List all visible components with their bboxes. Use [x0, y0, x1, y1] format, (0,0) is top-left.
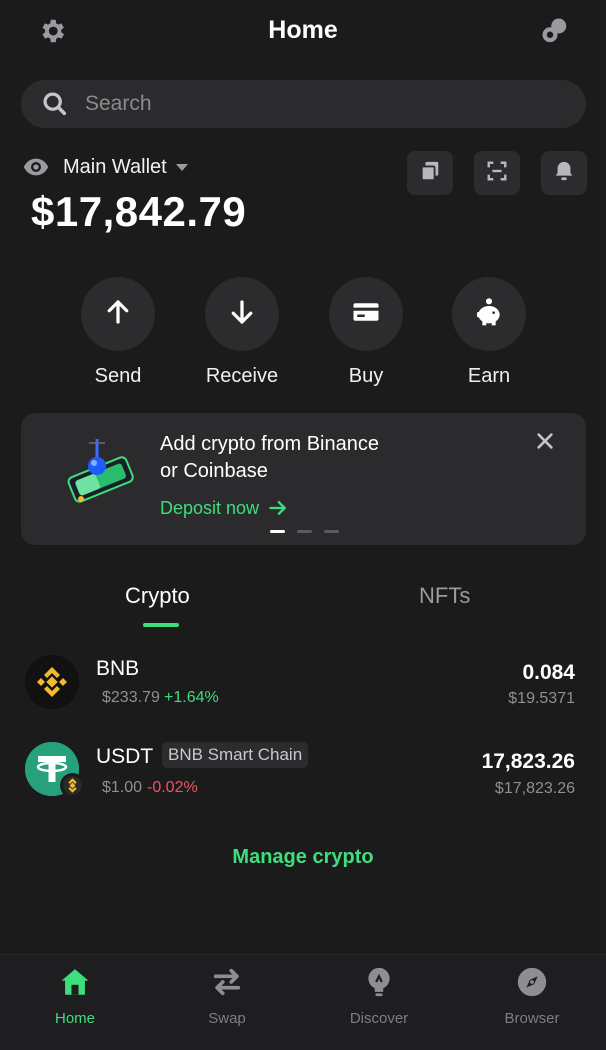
arrow-up-icon: [103, 297, 133, 332]
send-label: Send: [94, 365, 142, 387]
eye-icon[interactable]: [22, 153, 50, 181]
nav-swap[interactable]: Swap: [172, 965, 282, 1027]
carousel-dot-2[interactable]: [297, 530, 312, 533]
asset-symbol: USDT: [96, 745, 154, 768]
arrow-down-icon: [227, 297, 257, 332]
bnb-logo-icon: [25, 655, 79, 709]
card-icon: [351, 297, 381, 332]
nav-home[interactable]: Home: [20, 965, 130, 1027]
earn-button[interactable]: Earn: [429, 277, 549, 388]
asset-value: $17,823.26: [494, 780, 575, 797]
phone-deposit-illustration: [59, 433, 139, 507]
page-title: Home: [268, 16, 338, 44]
asset-row-usdt[interactable]: USDT BNB Smart Chain $1.00 -0.02% 17,823…: [0, 738, 606, 818]
scan-button[interactable]: [474, 151, 520, 195]
search-input[interactable]: [85, 92, 525, 116]
earn-circle[interactable]: [452, 277, 526, 351]
nav-discover-label: Discover: [349, 1010, 409, 1027]
nav-home-label: Home: [54, 1010, 95, 1027]
asset-price: $1.00: [102, 779, 143, 796]
search-icon: [41, 90, 69, 118]
caret-down-icon: [175, 160, 189, 174]
promo-text: Add crypto from Binance or Coinbase: [160, 431, 450, 485]
asset-amount: 0.084: [522, 661, 575, 684]
nav-browser[interactable]: Browser: [477, 965, 587, 1027]
receive-circle[interactable]: [205, 277, 279, 351]
bell-icon: [553, 160, 575, 187]
nav-discover[interactable]: Discover: [324, 965, 434, 1027]
scan-icon: [486, 160, 508, 187]
close-icon[interactable]: [534, 430, 556, 452]
compass-icon: [515, 965, 549, 999]
app-header: Home: [0, 0, 606, 64]
buy-label: Buy: [348, 365, 384, 387]
promo-line-2: or Coinbase: [160, 460, 268, 482]
manage-crypto-button[interactable]: Manage crypto: [0, 846, 606, 869]
deposit-now-link[interactable]: Deposit now: [160, 498, 259, 519]
chain-badge-icon: [60, 773, 85, 798]
notifications-button[interactable]: [541, 151, 587, 195]
tab-crypto[interactable]: Crypto: [125, 583, 190, 609]
search-bar[interactable]: [21, 80, 586, 128]
arrow-right-icon[interactable]: [268, 498, 288, 518]
nav-browser-label: Browser: [504, 1010, 560, 1027]
wallet-selector[interactable]: Main Wallet: [22, 150, 189, 184]
carousel-dot-3[interactable]: [324, 530, 339, 533]
link-circles-icon[interactable]: [540, 16, 570, 46]
promo-banner[interactable]: Add crypto from Binance or Coinbase Depo…: [21, 413, 586, 545]
swap-arrows-icon: [210, 965, 244, 999]
asset-change: +1.64%: [164, 689, 219, 706]
copy-button[interactable]: [407, 151, 453, 195]
asset-change: -0.02%: [147, 779, 198, 796]
nav-swap-label: Swap: [208, 1010, 246, 1027]
copy-icon: [419, 160, 441, 187]
asset-row-bnb[interactable]: BNB $233.79 +1.64% 0.084 $19.5371: [0, 650, 606, 730]
home-icon: [58, 965, 92, 999]
active-tab-indicator: [143, 623, 179, 627]
wallet-balance: $17,842.79: [31, 188, 247, 235]
send-button[interactable]: Send: [58, 277, 178, 388]
receive-label: Receive: [205, 365, 279, 387]
bottom-nav: Home Swap Discover Browser: [0, 954, 606, 1050]
earn-label: Earn: [467, 365, 511, 387]
asset-value: $19.5371: [508, 690, 575, 707]
chain-badge: BNB Smart Chain: [162, 742, 309, 768]
buy-button[interactable]: Buy: [306, 277, 426, 388]
piggy-bank-icon: [473, 296, 505, 333]
lightbulb-icon: [362, 965, 396, 999]
asset-symbol: BNB: [96, 657, 140, 680]
promo-line-1: Add crypto from Binance: [160, 433, 379, 455]
tab-nfts[interactable]: NFTs: [419, 583, 470, 609]
wallet-name: Main Wallet: [63, 155, 167, 178]
asset-amount: 17,823.26: [481, 750, 575, 773]
carousel-indicator: [270, 530, 339, 533]
asset-price: $233.79: [102, 689, 160, 706]
send-circle[interactable]: [81, 277, 155, 351]
receive-button[interactable]: Receive: [182, 277, 302, 388]
buy-circle[interactable]: [329, 277, 403, 351]
carousel-dot-1[interactable]: [270, 530, 285, 533]
